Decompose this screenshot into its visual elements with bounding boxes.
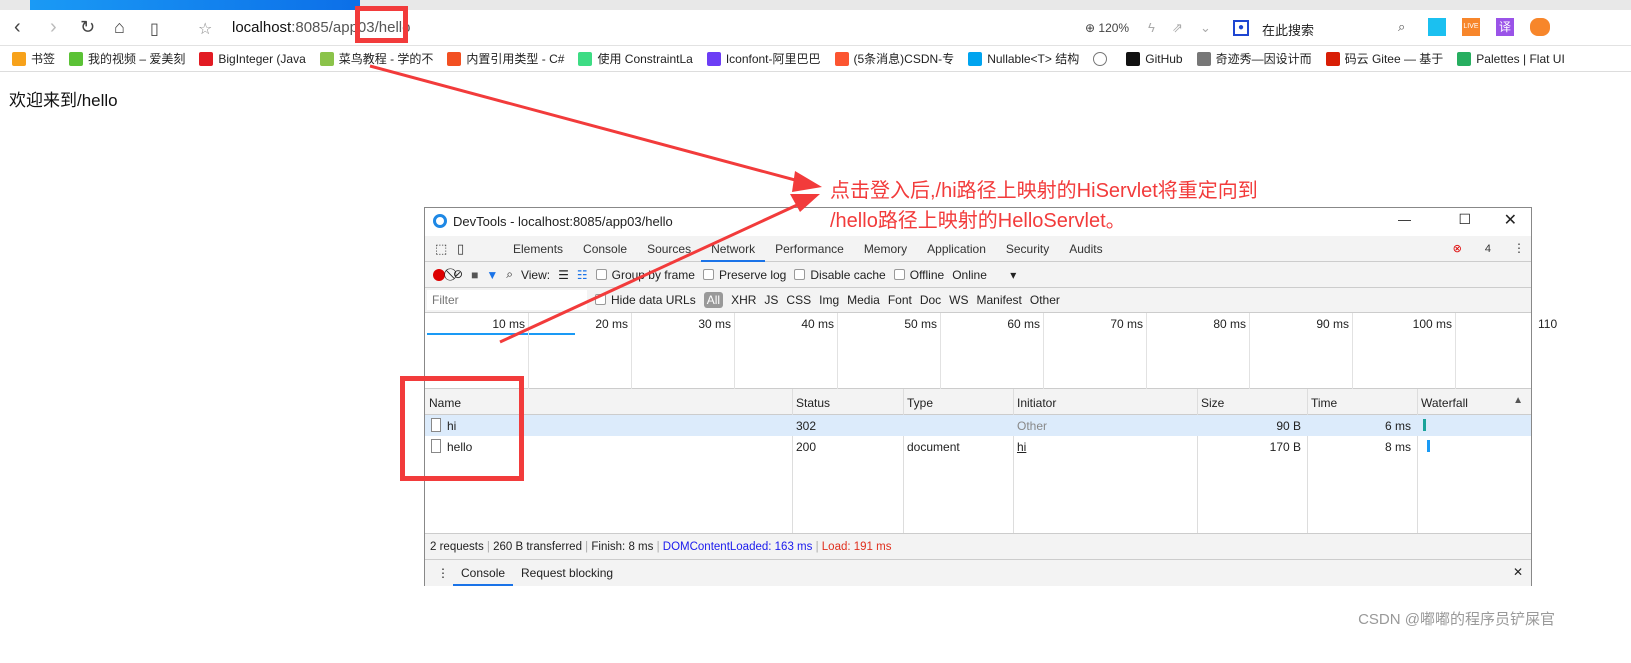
- annotation-line-2: /hello路径上映射的HelloServlet。: [830, 210, 1126, 232]
- watermark: CSDN @嘟嘟的程序员铲屎官: [1358, 611, 1555, 628]
- arrow-2-head: [790, 194, 820, 212]
- annotation-arrows: [369, 64, 822, 344]
- arrow-1: [369, 64, 811, 186]
- annotation-line-1: 点击登入后,/hi路径上映射的HiServlet将重定向到: [830, 180, 1258, 202]
- arrow-1-head: [792, 171, 822, 192]
- arrow-2: [499, 198, 809, 344]
